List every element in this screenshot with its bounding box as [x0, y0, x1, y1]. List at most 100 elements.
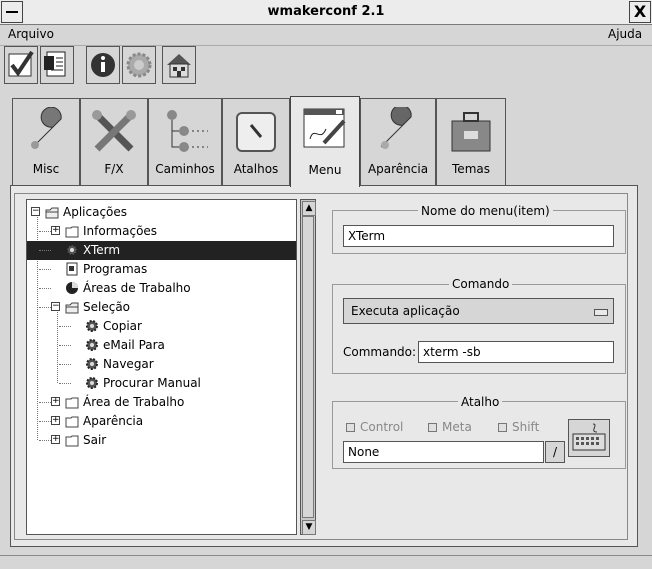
tree-item-label: Copiar [103, 319, 142, 333]
tree-expander-icon[interactable]: + [51, 435, 60, 444]
document-icon [65, 262, 79, 276]
tree-item[interactable]: Navegar [27, 355, 296, 374]
folder-icon [65, 414, 79, 428]
tree-item-label: eMail Para [103, 338, 165, 352]
tree-connector [39, 269, 51, 270]
crossed-tools-icon [92, 110, 136, 152]
key-icon [236, 112, 276, 152]
menu-ajuda[interactable]: Ajuda [608, 27, 642, 41]
document-icon [44, 51, 66, 77]
option-menu-indicator-icon [594, 309, 608, 316]
close-button[interactable]: X [629, 1, 651, 23]
status-bar [0, 555, 652, 569]
tree-expander-icon[interactable]: + [51, 397, 60, 406]
shortcut-input[interactable]: None [343, 441, 544, 463]
command-title: Comando [449, 277, 513, 291]
tab-label: Atalhos [233, 162, 279, 176]
tab-label: Temas [452, 162, 490, 176]
tree-item[interactable]: − Seleção [27, 298, 296, 317]
shortcut-title: Atalho [458, 395, 503, 409]
tree-item[interactable]: Áreas de Trabalho [27, 279, 296, 298]
tab-aparencia[interactable]: Aparência [360, 98, 436, 186]
toolbar-apply-button[interactable] [4, 46, 38, 84]
tab-misc[interactable]: Misc [12, 98, 80, 186]
tab-label: Aparência [367, 162, 429, 176]
shift-label: Shift [512, 420, 540, 434]
tree-item[interactable]: Programas [27, 260, 296, 279]
tree-item[interactable]: XTerm [27, 241, 296, 260]
window-title: wmakerconf 2.1 [267, 4, 385, 19]
tree-expander-icon[interactable]: + [51, 416, 60, 425]
gear-icon [85, 357, 99, 371]
menu-tree[interactable]: − Aplicações + Informações XTerm Programas Áre… [26, 199, 297, 535]
tree-item-label: Navegar [103, 357, 154, 371]
shift-checkbox[interactable] [498, 423, 507, 432]
tab-menu[interactable]: Menu [290, 96, 360, 187]
title-bar[interactable]: wmakerconf 2.1 X [0, 0, 652, 25]
menu-arquivo[interactable]: Arquivo [8, 27, 54, 41]
tab-label: Menu [308, 163, 342, 177]
gear-icon [65, 243, 79, 257]
folder-icon [65, 433, 79, 447]
tree-connector [59, 364, 71, 365]
info-icon [91, 53, 115, 77]
scroll-up-arrow-icon[interactable]: ▲ [302, 201, 316, 216]
folder-open-icon [65, 300, 79, 314]
pie-icon [65, 281, 79, 295]
tree-connector [39, 421, 51, 422]
tree-expander-icon[interactable]: − [31, 207, 40, 216]
toolbar-home-button[interactable] [162, 46, 196, 84]
tab-temas[interactable]: Temas [436, 98, 506, 186]
scroll-thumb[interactable] [302, 216, 314, 518]
tree-item[interactable]: + Aparência [27, 412, 296, 431]
tree-item[interactable]: + Sair [27, 431, 296, 450]
tree-item-label: Informações [83, 224, 158, 238]
control-checkbox[interactable] [346, 423, 355, 432]
tree-item-label: Área de Trabalho [83, 395, 185, 409]
tree-connector [39, 440, 51, 441]
toolbar-settings-button[interactable] [122, 46, 156, 84]
command-label: Commando: [343, 345, 417, 359]
command-input[interactable]: xterm -sb [418, 341, 614, 363]
meta-checkbox[interactable] [428, 423, 437, 432]
tree-item-label: Sair [83, 433, 107, 447]
command-action-select[interactable]: Executa aplicação [343, 298, 614, 324]
gear-icon [85, 376, 99, 390]
tab-label: Misc [32, 162, 60, 176]
toolbar-info-button[interactable] [86, 46, 120, 84]
tree-item[interactable]: − Aplicações [27, 203, 296, 222]
folder-icon [65, 395, 79, 409]
house-icon [167, 54, 191, 78]
tree-connector [59, 383, 71, 384]
scroll-down-arrow-icon[interactable]: ▼ [302, 520, 316, 535]
tree-item[interactable]: Procurar Manual [27, 374, 296, 393]
tree-item-label: Programas [83, 262, 148, 276]
tree-item[interactable]: + Informações [27, 222, 296, 241]
tree-item[interactable]: Copiar [27, 317, 296, 336]
folder-icon [65, 224, 79, 238]
tab-atalhos[interactable]: Atalhos [222, 98, 290, 186]
tree-item-label: Aparência [83, 414, 144, 428]
wrench-icon [31, 107, 62, 149]
appearance-icon [380, 107, 412, 149]
toolbar-save-button[interactable] [40, 46, 74, 84]
meta-label: Meta [442, 420, 472, 434]
tab-caminhos[interactable]: Caminhos [148, 98, 222, 186]
tree-item[interactable]: eMail Para [27, 336, 296, 355]
tree-expander-icon[interactable]: + [51, 226, 60, 235]
tree-item-label: Procurar Manual [103, 376, 201, 390]
tab-fx[interactable]: F/X [80, 98, 148, 186]
tree-item-label: Aplicações [63, 205, 128, 219]
tree-scrollbar[interactable]: ▲ ▼ [300, 199, 316, 535]
checkmark-icon [8, 50, 34, 77]
control-label: Control [360, 420, 404, 434]
tree-connector [59, 326, 71, 327]
capture-shortcut-button[interactable] [568, 419, 610, 457]
tree-expander-icon[interactable]: − [51, 302, 60, 311]
tree-item[interactable]: + Área de Trabalho [27, 393, 296, 412]
shortcut-clear-button[interactable]: / [545, 441, 565, 463]
tree-connector [39, 402, 51, 403]
tree-connector [59, 345, 71, 346]
folder-open-icon [45, 205, 59, 219]
menu-item-name-input[interactable]: XTerm [343, 225, 614, 247]
